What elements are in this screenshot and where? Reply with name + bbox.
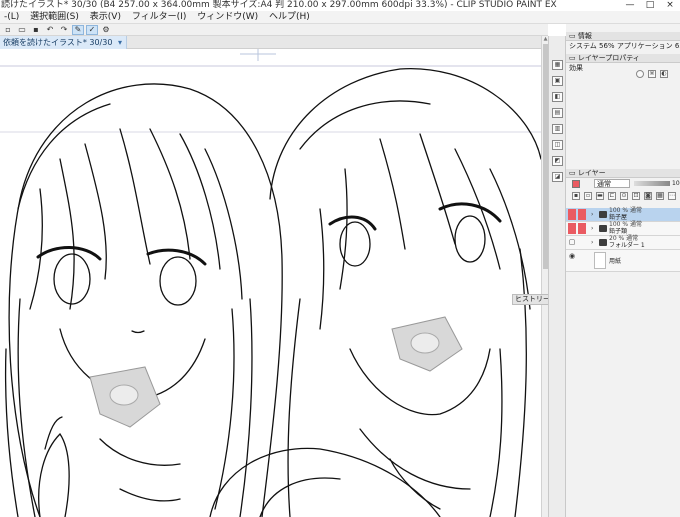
layer-panel-title: レイヤー xyxy=(577,169,606,177)
menu-filter[interactable]: フィルター(I) xyxy=(128,11,191,23)
vertical-scrollbar[interactable]: ▲ xyxy=(541,36,548,517)
ruler-icon[interactable]: ▦ xyxy=(656,192,664,200)
canvas-tab-bar: 依頼を読けたイラスト* 30/30 ▾ xyxy=(0,36,548,49)
effect-border-icon[interactable] xyxy=(636,70,644,78)
layer-visibility-mark[interactable] xyxy=(568,223,576,234)
candy-left xyxy=(89,366,161,428)
material-icon[interactable]: ◧ xyxy=(552,92,563,102)
blend-mode-select[interactable]: 通常 xyxy=(594,179,630,188)
info-application: アプリケーション 65% xyxy=(616,42,680,50)
minimize-button[interactable]: — xyxy=(620,0,640,11)
history-title: ヒストリー xyxy=(515,295,550,303)
pattern-icon[interactable]: ▥ xyxy=(552,124,563,134)
window-title: 読けたイラスト* 30/30 (B4 257.00 x 364.00mm 製本サ… xyxy=(1,0,557,10)
new-icon[interactable]: ▫ xyxy=(2,25,14,35)
menu-help[interactable]: ヘルプ(H) xyxy=(265,11,314,23)
layer-list: › 100 % 通常 鉛子屋 › 100 % 通常 鉛子類 ▢ › 20 % 通… xyxy=(566,208,680,272)
window-controls: — □ × xyxy=(620,0,680,11)
command-bar: ▫ ▭ ▪ ↶ ↷ ✎ ✓ ⚙ xyxy=(0,24,548,36)
title-bar: 読けたイラスト* 30/30 (B4 257.00 x 364.00mm 製本サ… xyxy=(0,0,680,11)
save-icon[interactable]: ▪ xyxy=(30,25,42,35)
blend-mode-value: 通常 xyxy=(597,180,611,188)
new-folder-icon[interactable]: ▬ xyxy=(596,192,604,200)
layer-name: 用紙 xyxy=(609,258,622,265)
layer-property-title: レイヤープロパティ xyxy=(577,54,640,62)
navigator-icon[interactable]: ▦ xyxy=(552,60,563,70)
eye-icon[interactable]: ▢ xyxy=(568,239,576,246)
clip-layer-icon[interactable]: ⊏ xyxy=(608,192,616,200)
menu-bar: -(L) 選択範囲(S) 表示(V) フィルター(I) ウィンドウ(W) ヘルプ… xyxy=(0,11,680,24)
layer-visibility-mark[interactable] xyxy=(568,209,576,220)
drawing-canvas[interactable] xyxy=(0,49,541,517)
canvas-tab-label: 依頼を読けたイラスト* 30/30 xyxy=(3,38,113,47)
layer-row[interactable]: › 100 % 通常 鉛子屋 xyxy=(566,208,680,222)
expand-chevron-icon[interactable]: › xyxy=(591,239,593,246)
menu-window[interactable]: ウィンドウ(W) xyxy=(193,11,262,23)
layer-name: フォルダー 1 xyxy=(609,242,645,249)
paper-thumbnail xyxy=(594,252,606,269)
opacity-value: 100 xyxy=(672,180,680,187)
eye-icon[interactable]: ◉ xyxy=(568,253,576,260)
info-panel-header[interactable]: ▭ 情報 xyxy=(566,32,680,41)
folder-icon xyxy=(599,239,607,246)
color-set-icon[interactable]: ◫ xyxy=(552,140,563,150)
settings-icon[interactable]: ⚙ xyxy=(100,25,112,35)
pen-icon[interactable]: ✎ xyxy=(72,24,84,35)
layer-row[interactable]: ▢ › 20 % 通常 フォルダー 1 xyxy=(566,236,680,250)
folder-icon xyxy=(599,225,607,232)
close-button[interactable]: × xyxy=(660,0,680,11)
layer-menu-icon[interactable]: ⋯ xyxy=(668,192,676,200)
canvas-tab[interactable]: 依頼を読けたイラスト* 30/30 ▾ xyxy=(0,36,127,49)
menu-selection[interactable]: 選択範囲(S) xyxy=(26,11,83,23)
menu-view[interactable]: 表示(V) xyxy=(86,11,125,23)
sub-view-icon[interactable]: ▣ xyxy=(552,76,563,86)
layer-row[interactable]: ◉ 用紙 xyxy=(566,250,680,272)
reference-layer-icon[interactable]: ⊙ xyxy=(620,192,628,200)
info-system: システム 56% xyxy=(569,42,615,50)
info-icon: ▭ xyxy=(569,32,578,40)
folder-icon xyxy=(599,211,607,218)
expand-chevron-icon[interactable]: › xyxy=(591,211,593,218)
image-material-icon[interactable]: ▤ xyxy=(552,108,563,118)
open-icon[interactable]: ▭ xyxy=(16,25,28,35)
layer-color-swatch[interactable] xyxy=(572,180,580,188)
candy-right xyxy=(391,316,463,372)
check-icon[interactable]: ✓ xyxy=(86,24,98,35)
layer-property-icon: ▭ xyxy=(569,54,578,62)
layer-panel-icon: ▭ xyxy=(569,169,578,177)
layer-edit-mark[interactable] xyxy=(578,209,586,220)
expand-chevron-icon[interactable]: › xyxy=(591,225,593,232)
effect-tone-icon[interactable]: ※ xyxy=(648,70,656,78)
layer-edit-mark[interactable] xyxy=(578,223,586,234)
new-raster-layer-icon[interactable]: ▪ xyxy=(572,192,580,200)
undo-icon[interactable]: ↶ xyxy=(44,25,56,35)
new-vector-layer-icon[interactable]: ▫ xyxy=(584,192,592,200)
right-panel: ▭ 情報 システム 56% アプリケーション 65% ▭ レイヤープロパティ 効… xyxy=(566,24,680,517)
layer-panel-header[interactable]: ▭ レイヤー xyxy=(566,169,680,178)
info-title: 情報 xyxy=(577,32,592,40)
layer-property-header[interactable]: ▭ レイヤープロパティ xyxy=(566,54,680,63)
redo-icon[interactable]: ↷ xyxy=(58,25,70,35)
effect-color-icon[interactable]: ◐ xyxy=(660,70,668,78)
opacity-slider[interactable] xyxy=(634,181,670,186)
layer-name: 鉛子類 xyxy=(609,228,628,235)
info-memory: システム 56% アプリケーション 65% xyxy=(569,42,680,51)
panel-icon-strip: ▦ ▣ ◧ ▤ ▥ ◫ ◩ ◪ xyxy=(548,36,566,517)
lock-layer-icon[interactable]: ⊡ xyxy=(632,192,640,200)
menu-layer[interactable]: -(L) xyxy=(0,11,23,23)
layer-search-icon[interactable]: ◪ xyxy=(552,172,563,182)
line-art xyxy=(0,49,541,517)
tab-menu-icon[interactable]: ▾ xyxy=(118,38,122,47)
layer-name: 鉛子屋 xyxy=(609,214,628,221)
maximize-button[interactable]: □ xyxy=(640,0,660,11)
mask-icon[interactable]: ◙ xyxy=(644,192,652,200)
effect-label: 効果 xyxy=(569,64,583,72)
layer-row[interactable]: › 100 % 通常 鉛子類 xyxy=(566,222,680,236)
tone-icon[interactable]: ◩ xyxy=(552,156,563,166)
